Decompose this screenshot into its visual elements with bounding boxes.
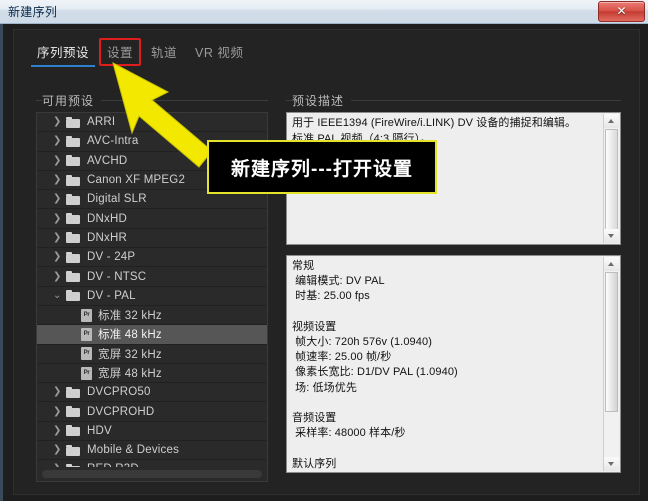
folder-icon bbox=[66, 252, 80, 263]
tab-bar: 序列预设 设置 轨道 VR 视频 bbox=[28, 42, 252, 66]
preset-tree-row-label: Digital SLR bbox=[87, 193, 147, 205]
preset-tree-row-label: HDV bbox=[87, 425, 112, 437]
folder-icon bbox=[66, 290, 80, 301]
close-icon: ✕ bbox=[599, 2, 644, 21]
chevron-right-icon[interactable]: ❯ bbox=[53, 387, 66, 397]
preset-tree-row[interactable]: Pr 标准 48 kHz bbox=[37, 325, 267, 344]
preset-tree-row-label: DV - 24P bbox=[87, 251, 135, 263]
preset-tree-row-label: Canon XF MPEG2 bbox=[87, 174, 185, 186]
premiere-preset-icon: Pr bbox=[81, 328, 92, 341]
chevron-right-icon[interactable]: ❯ bbox=[53, 175, 66, 185]
details-scroll-up-arrow-icon[interactable] bbox=[604, 257, 619, 271]
tab-sequence-presets[interactable]: 序列预设 bbox=[28, 42, 98, 67]
preset-tree-row-label: Mobile & Devices bbox=[87, 444, 179, 456]
preset-tree-row[interactable]: Pr 标准 32 kHz bbox=[37, 306, 267, 325]
tab-tracks[interactable]: 轨道 bbox=[142, 42, 186, 67]
preset-tree-row-label: DV - PAL bbox=[87, 290, 136, 302]
preset-tree-row[interactable]: ❯ DVCPRO50 bbox=[37, 383, 267, 402]
preset-tree-row-label: AVC-Intra bbox=[87, 135, 138, 147]
chevron-right-icon[interactable]: ❯ bbox=[53, 426, 66, 436]
preset-tree-row-label: DVCPROHD bbox=[87, 406, 154, 418]
preset-tree-row-label: ARRI bbox=[87, 116, 115, 128]
folder-icon bbox=[66, 425, 80, 436]
chevron-right-icon[interactable]: ❯ bbox=[53, 194, 66, 204]
preset-tree-row[interactable]: Pr 宽屏 48 kHz bbox=[37, 364, 267, 383]
annotation-callout: 新建序列---打开设置 bbox=[207, 140, 437, 194]
preset-tree-row[interactable]: ❯ Mobile & Devices bbox=[37, 441, 267, 460]
preset-tree-row-label: 宽屏 32 kHz bbox=[98, 346, 162, 362]
preset-tree-row[interactable]: ❯ RED R3D bbox=[37, 460, 267, 467]
chevron-right-icon[interactable]: ❯ bbox=[53, 445, 66, 455]
chevron-right-icon[interactable]: ❯ bbox=[53, 252, 66, 262]
chevron-right-icon[interactable]: ❯ bbox=[53, 407, 66, 417]
preset-tree-row-label: DV - NTSC bbox=[87, 271, 146, 283]
preset-tree-row-label: DNxHR bbox=[87, 232, 127, 244]
preset-tree-row[interactable]: ❯ DNxHD bbox=[37, 209, 267, 228]
dialog-body: 序列预设 设置 轨道 VR 视频 可用预设 ❯ ARRI ❯ AVC-Intra ❯ AV… bbox=[0, 24, 648, 501]
folder-icon bbox=[66, 445, 80, 456]
window-close-button[interactable]: ✕ bbox=[598, 1, 645, 22]
details-scroll-down-arrow-icon[interactable] bbox=[604, 457, 619, 471]
details-scroll-thumb[interactable] bbox=[605, 272, 618, 412]
scroll-down-arrow-icon[interactable] bbox=[604, 229, 619, 243]
window-title-bar: 新建序列 ✕ bbox=[0, 0, 648, 24]
preset-tree-row-label: 标准 32 kHz bbox=[98, 307, 162, 323]
premiere-preset-icon: Pr bbox=[81, 309, 92, 322]
preset-tree-row-label: DVCPRO50 bbox=[87, 386, 151, 398]
premiere-preset-icon: Pr bbox=[81, 347, 92, 360]
new-sequence-dialog: 新建序列 ✕ 序列预设 设置 轨道 VR 视频 可用预设 ❯ ARRI ❯ AVC-I… bbox=[0, 0, 648, 501]
folder-icon bbox=[66, 387, 80, 398]
preset-tree-horizontal-scrollbar[interactable] bbox=[42, 470, 262, 478]
preset-details-text: 常规 编辑模式: DV PAL 时基: 25.00 fps 视频设置 帧大小: … bbox=[292, 259, 602, 470]
dialog-inner-frame: 序列预设 设置 轨道 VR 视频 可用预设 ❯ ARRI ❯ AVC-Intra ❯ AV… bbox=[13, 29, 640, 495]
folder-icon bbox=[66, 271, 80, 282]
preset-tree-row-label: RED R3D bbox=[87, 463, 139, 467]
folder-icon bbox=[66, 117, 80, 128]
preset-tree-row[interactable]: ❯ DVCPROHD bbox=[37, 402, 267, 421]
chevron-right-icon[interactable]: ❯ bbox=[53, 233, 66, 243]
chevron-right-icon[interactable]: ❯ bbox=[53, 156, 66, 166]
folder-icon bbox=[66, 464, 80, 467]
annotation-callout-text: 新建序列---打开设置 bbox=[231, 154, 413, 181]
preset-tree-row-label: DNxHD bbox=[87, 213, 127, 225]
folder-icon bbox=[66, 194, 80, 205]
details-vertical-scrollbar[interactable] bbox=[603, 257, 619, 471]
preset-tree-row[interactable]: ⌄ DV - PAL bbox=[37, 287, 267, 306]
scroll-up-arrow-icon[interactable] bbox=[604, 114, 619, 128]
folder-icon bbox=[66, 406, 80, 417]
chevron-right-icon[interactable]: ❯ bbox=[53, 464, 66, 467]
tab-settings[interactable]: 设置 bbox=[98, 42, 142, 67]
folder-icon bbox=[66, 136, 80, 147]
preset-details-box: 常规 编辑模式: DV PAL 时基: 25.00 fps 视频设置 帧大小: … bbox=[286, 255, 621, 473]
tab-vr-video[interactable]: VR 视频 bbox=[186, 42, 252, 67]
chevron-down-icon[interactable]: ⌄ bbox=[53, 291, 66, 301]
available-presets-label: 可用预设 bbox=[42, 92, 101, 109]
chevron-right-icon[interactable]: ❯ bbox=[53, 272, 66, 282]
preset-description-label: 预设描述 bbox=[292, 92, 351, 109]
folder-icon bbox=[66, 213, 80, 224]
preset-tree-row-label: 宽屏 48 kHz bbox=[98, 365, 162, 381]
preset-tree-row[interactable]: ❯ DV - NTSC bbox=[37, 267, 267, 286]
folder-icon bbox=[66, 175, 80, 186]
preset-tree-row[interactable]: Pr 宽屏 32 kHz bbox=[37, 345, 267, 364]
preset-tree-row[interactable]: ❯ ARRI bbox=[37, 113, 267, 132]
chevron-right-icon[interactable]: ❯ bbox=[53, 136, 66, 146]
preset-tree-row[interactable]: ❯ HDV bbox=[37, 422, 267, 441]
preset-tree-row-label: AVCHD bbox=[87, 155, 127, 167]
chevron-right-icon[interactable]: ❯ bbox=[53, 214, 66, 224]
folder-icon bbox=[66, 232, 80, 243]
preset-tree-row-label: 标准 48 kHz bbox=[98, 326, 162, 342]
description-vertical-scrollbar[interactable] bbox=[603, 114, 619, 243]
premiere-preset-icon: Pr bbox=[81, 367, 92, 380]
description-scroll-thumb[interactable] bbox=[605, 129, 618, 241]
folder-icon bbox=[66, 155, 80, 166]
chevron-right-icon[interactable]: ❯ bbox=[53, 117, 66, 127]
preset-tree-row[interactable]: ❯ DNxHR bbox=[37, 229, 267, 248]
window-title: 新建序列 bbox=[8, 3, 57, 20]
preset-tree-row[interactable]: ❯ DV - 24P bbox=[37, 248, 267, 267]
